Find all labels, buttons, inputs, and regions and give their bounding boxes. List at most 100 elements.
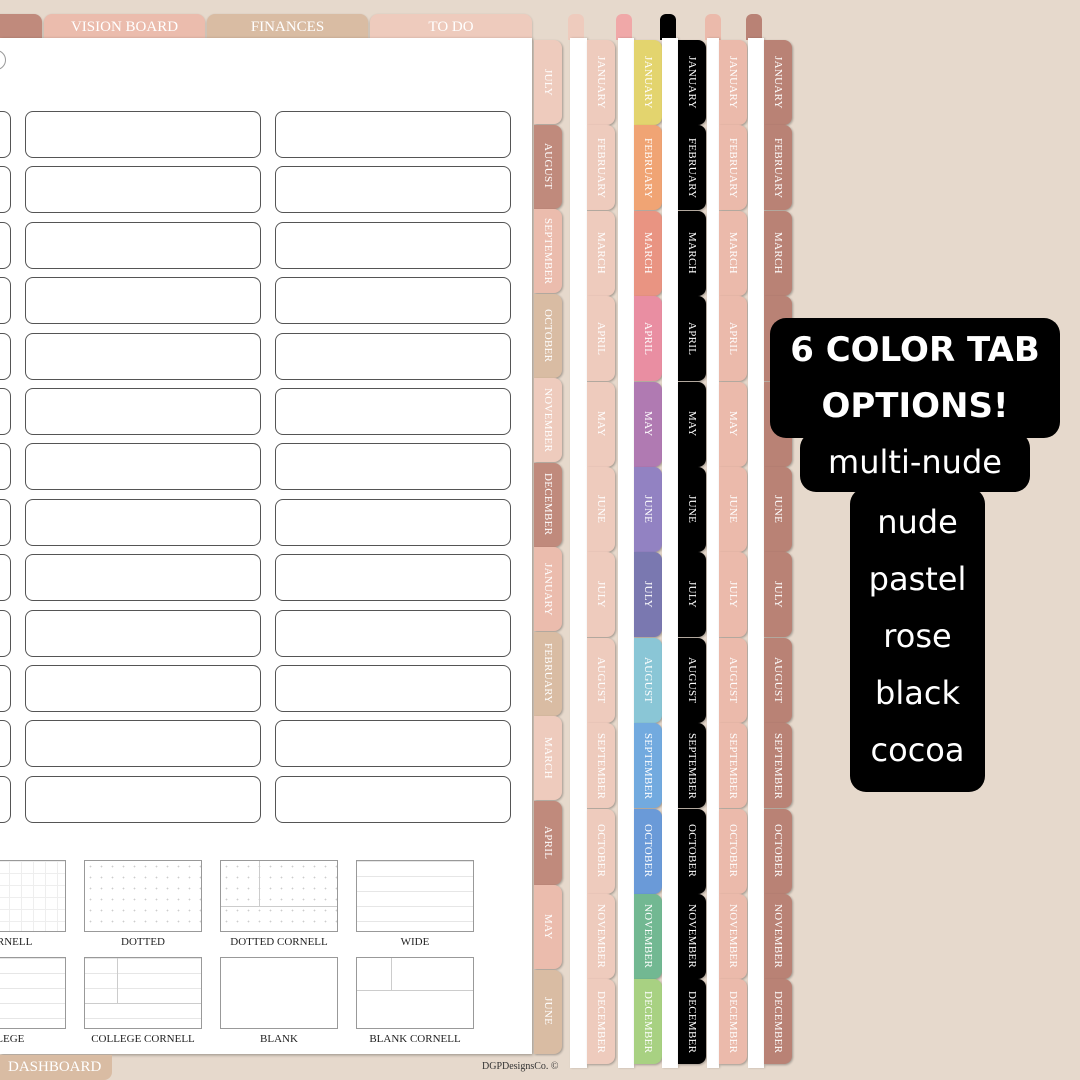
top-tab-finances[interactable]: FINANCES — [207, 14, 368, 40]
pastel-tab-august[interactable]: AUGUST — [634, 637, 662, 723]
black-tab-july[interactable]: JULY — [678, 552, 706, 638]
month-tab-january[interactable]: JANUARY — [534, 547, 562, 631]
entry-field[interactable] — [0, 332, 11, 380]
entry-field[interactable] — [25, 332, 261, 380]
entry-field[interactable] — [275, 665, 511, 712]
entry-field[interactable] — [25, 775, 261, 823]
entry-field[interactable] — [0, 775, 11, 823]
rose-tab-november[interactable]: NOVEMBER — [719, 894, 747, 979]
template-thumbnail[interactable] — [0, 957, 66, 1029]
nude-tab-may[interactable]: MAY — [587, 381, 615, 467]
cocoa-tab-february[interactable]: FEBRUARY — [764, 125, 792, 211]
entry-field[interactable] — [25, 554, 261, 602]
pastel-tab-february[interactable]: FEBRUARY — [634, 125, 662, 211]
month-tab-february[interactable]: FEBRUARY — [534, 631, 562, 716]
black-tab-august[interactable]: AUGUST — [678, 637, 706, 723]
entry-field[interactable] — [0, 388, 11, 435]
entry-field[interactable] — [275, 111, 511, 158]
black-tab-november[interactable]: NOVEMBER — [678, 894, 706, 979]
black-tab-june[interactable]: JUNE — [678, 467, 706, 552]
rose-tab-july[interactable]: JULY — [719, 552, 747, 638]
month-tab-may[interactable]: MAY — [534, 885, 562, 969]
entry-field[interactable] — [275, 221, 511, 269]
entry-field[interactable] — [275, 554, 511, 602]
entry-field[interactable] — [275, 498, 511, 546]
cocoa-tab-july[interactable]: JULY — [764, 552, 792, 638]
template-thumbnail[interactable] — [356, 860, 474, 932]
month-tab-march[interactable]: MARCH — [534, 716, 562, 800]
template-thumbnail[interactable] — [220, 860, 338, 932]
entry-field[interactable] — [25, 111, 261, 158]
black-tab-december[interactable]: DECEMBER — [678, 979, 706, 1065]
entry-field[interactable] — [275, 332, 511, 380]
entry-field[interactable] — [0, 554, 11, 602]
nude-tab-june[interactable]: JUNE — [587, 467, 615, 552]
month-tab-december[interactable]: DECEMBER — [534, 462, 562, 547]
rose-tab-march[interactable]: MARCH — [719, 210, 747, 296]
nude-tab-december[interactable]: DECEMBER — [587, 979, 615, 1065]
rose-tab-december[interactable]: DECEMBER — [719, 979, 747, 1065]
cocoa-tab-october[interactable]: OCTOBER — [764, 808, 792, 894]
nude-tab-november[interactable]: NOVEMBER — [587, 894, 615, 979]
cocoa-tab-june[interactable]: JUNE — [764, 467, 792, 552]
entry-field[interactable] — [275, 775, 511, 823]
entry-field[interactable] — [25, 609, 261, 657]
entry-field[interactable] — [0, 665, 11, 712]
cocoa-tab-september[interactable]: SEPTEMBER — [764, 723, 792, 809]
circle-button[interactable] — [0, 50, 6, 70]
rose-tab-september[interactable]: SEPTEMBER — [719, 723, 747, 809]
template-thumbnail[interactable] — [0, 860, 66, 932]
month-tab-october[interactable]: OCTOBER — [534, 293, 562, 378]
dashboard-tab[interactable]: DASHBOARD — [0, 1055, 112, 1080]
cocoa-tab-january[interactable]: JANUARY — [764, 40, 792, 125]
rose-tab-april[interactable]: APRIL — [719, 296, 747, 382]
black-tab-february[interactable]: FEBRUARY — [678, 125, 706, 211]
rose-tab-june[interactable]: JUNE — [719, 467, 747, 552]
entry-field[interactable] — [0, 720, 11, 768]
template-thumbnail[interactable] — [356, 957, 474, 1029]
month-tab-june[interactable]: JUNE — [534, 969, 562, 1054]
entry-field[interactable] — [25, 388, 261, 435]
nude-tab-april[interactable]: APRIL — [587, 296, 615, 382]
month-tab-september[interactable]: SEPTEMBER — [534, 209, 562, 293]
rose-tab-january[interactable]: JANUARY — [719, 40, 747, 125]
pastel-tab-september[interactable]: SEPTEMBER — [634, 723, 662, 809]
pastel-tab-may[interactable]: MAY — [634, 381, 662, 467]
entry-field[interactable] — [0, 166, 11, 214]
rose-tab-february[interactable]: FEBRUARY — [719, 125, 747, 211]
pastel-tab-november[interactable]: NOVEMBER — [634, 894, 662, 979]
pastel-tab-december[interactable]: DECEMBER — [634, 979, 662, 1065]
pastel-tab-october[interactable]: OCTOBER — [634, 808, 662, 894]
month-tab-november[interactable]: NOVEMBER — [534, 378, 562, 462]
black-tab-april[interactable]: APRIL — [678, 296, 706, 382]
entry-field[interactable] — [25, 720, 261, 768]
cocoa-tab-december[interactable]: DECEMBER — [764, 979, 792, 1065]
black-tab-september[interactable]: SEPTEMBER — [678, 723, 706, 809]
entry-field[interactable] — [25, 166, 261, 214]
nude-tab-january[interactable]: JANUARY — [587, 40, 615, 125]
black-tab-october[interactable]: OCTOBER — [678, 808, 706, 894]
entry-field[interactable] — [0, 609, 11, 657]
black-tab-january[interactable]: JANUARY — [678, 40, 706, 125]
nude-tab-july[interactable]: JULY — [587, 552, 615, 638]
template-thumbnail[interactable] — [220, 957, 338, 1029]
entry-field[interactable] — [25, 665, 261, 712]
template-thumbnail[interactable] — [84, 957, 202, 1029]
cocoa-tab-august[interactable]: AUGUST — [764, 637, 792, 723]
entry-field[interactable] — [0, 221, 11, 269]
month-tab-july[interactable]: JULY — [534, 40, 562, 124]
top-tab-vision-board[interactable]: VISION BOARD — [44, 14, 205, 40]
entry-field[interactable] — [0, 277, 11, 325]
pastel-tab-july[interactable]: JULY — [634, 552, 662, 638]
cocoa-tab-march[interactable]: MARCH — [764, 210, 792, 296]
top-tab-home[interactable] — [0, 14, 42, 40]
entry-field[interactable] — [275, 166, 511, 214]
nude-tab-march[interactable]: MARCH — [587, 210, 615, 296]
nude-tab-february[interactable]: FEBRUARY — [587, 125, 615, 211]
nude-tab-september[interactable]: SEPTEMBER — [587, 723, 615, 809]
entry-field[interactable] — [275, 609, 511, 657]
entry-field[interactable] — [275, 720, 511, 768]
entry-field[interactable] — [0, 111, 11, 158]
top-tab-to-do[interactable]: TO DO — [370, 14, 532, 40]
entry-field[interactable] — [275, 388, 511, 435]
